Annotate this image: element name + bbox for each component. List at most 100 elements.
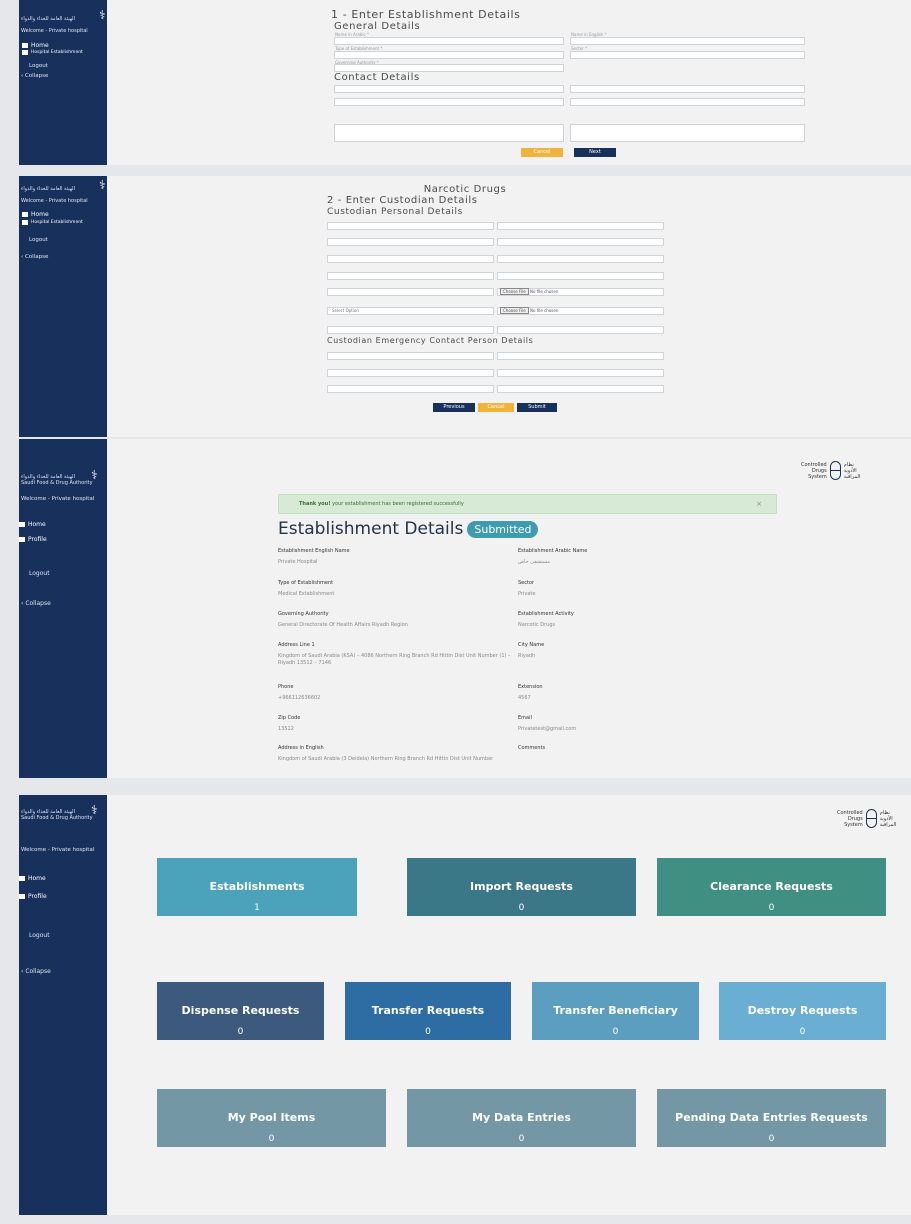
license-expiry-input[interactable] xyxy=(497,326,664,334)
dashboard-card-my-data-entries[interactable]: My Data Entries 0 xyxy=(407,1089,636,1147)
collapse-button[interactable]: ‹ Collapse xyxy=(21,254,48,260)
dashboard-card-import-requests[interactable]: Import Requests 0 xyxy=(407,858,636,916)
general-details-heading: General Details xyxy=(334,21,421,32)
detail-label: Governing Authority xyxy=(278,611,329,617)
custodian-form-panel: الهيئة العامة للغذاء والدواء ⚕ Welcome -… xyxy=(19,176,911,437)
cancel-button[interactable]: Cancel xyxy=(521,148,563,157)
welcome-text: Welcome - Private hospital xyxy=(21,847,95,853)
address-input[interactable] xyxy=(334,124,564,142)
sidebar: الهيئة العامة للغذاء والدواء ⚕ Welcome -… xyxy=(19,176,107,437)
sector-select[interactable] xyxy=(570,51,805,59)
section-title: Narcotic Drugs xyxy=(423,184,507,195)
collapse-button[interactable]: ‹ Collapse xyxy=(21,600,51,607)
detail-label: City Name xyxy=(518,642,545,648)
card-title: My Pool Items xyxy=(227,1111,316,1124)
status-badge: Submitted xyxy=(467,520,539,538)
emergency-phone-input[interactable] xyxy=(327,385,494,393)
emergency-mobile-input[interactable] xyxy=(497,369,664,377)
choose-file-button[interactable]: Choose File xyxy=(500,307,529,314)
english-name-input[interactable] xyxy=(570,37,805,45)
emergency-third-name-input[interactable] xyxy=(327,369,494,377)
collapse-button[interactable]: ‹ Collapse xyxy=(21,968,51,975)
license-expiry-date-input[interactable] xyxy=(327,288,494,296)
phone-input[interactable] xyxy=(334,85,564,93)
detail-value: Riyadh xyxy=(518,653,536,659)
dashboard-card-transfer-beneficiary[interactable]: Transfer Beneficiary 0 xyxy=(532,982,699,1040)
logout-link[interactable]: Logout xyxy=(29,63,48,69)
detail-label: Establishment English Name xyxy=(278,548,350,554)
establishment-details-panel: الهيئة العامة للغذاء والدواء Saudi Food … xyxy=(19,439,911,778)
id-card-file-input[interactable]: Choose File No file chosen xyxy=(497,288,664,296)
previous-button[interactable]: Previous xyxy=(433,403,475,412)
step2-heading: 2 - Enter Custodian Details xyxy=(327,195,478,206)
dashboard-card-pending-data-entries-requests[interactable]: Pending Data Entries Requests 0 xyxy=(657,1089,886,1147)
sidebar-item-home[interactable]: Home xyxy=(19,521,46,528)
cancel-button[interactable]: Cancel xyxy=(478,403,514,412)
sidebar-item-establishment[interactable]: Hospital Establishment xyxy=(22,220,83,225)
detail-label: Phone xyxy=(278,684,294,690)
first-name-input[interactable] xyxy=(327,222,494,230)
phone-number-input[interactable] xyxy=(327,255,494,263)
detail-value: Medical Establishment xyxy=(278,591,335,597)
id-expiry-date-input[interactable] xyxy=(497,272,664,280)
card-title: Establishments xyxy=(209,880,305,893)
welcome-text: Welcome - Private hospital xyxy=(21,198,88,204)
second-name-input[interactable] xyxy=(497,222,664,230)
sidebar: الهيئة العامة للغذاء والدواء ⚕ Welcome -… xyxy=(19,0,107,165)
sidebar-item-profile[interactable]: Profile xyxy=(19,893,47,900)
detail-value: Kingdom of Saudi Arabia (KSA) – 4086 Nor… xyxy=(278,653,511,666)
emergency-first-name-input[interactable] xyxy=(327,352,494,360)
gender-select[interactable] xyxy=(497,238,664,246)
next-button[interactable]: Next xyxy=(574,148,616,157)
dashboard-card-clearance-requests[interactable]: Clearance Requests 0 xyxy=(657,858,886,916)
certificate-file-input[interactable]: Choose File No file chosen xyxy=(497,307,664,315)
sidebar-item-home[interactable]: Home xyxy=(22,42,49,49)
arabic-name-input[interactable] xyxy=(334,37,564,45)
extension-input[interactable] xyxy=(334,98,564,106)
dashboard-card-destroy-requests[interactable]: Destroy Requests 0 xyxy=(719,982,886,1040)
card-title: Transfer Beneficiary xyxy=(553,1004,678,1017)
sidebar-item-profile[interactable]: Profile xyxy=(19,536,47,543)
sidebar-item-home[interactable]: Home xyxy=(22,211,49,218)
detail-label: Comments xyxy=(518,745,546,751)
emergency-second-name-input[interactable] xyxy=(497,352,664,360)
third-name-input[interactable] xyxy=(327,238,494,246)
logout-link[interactable]: Logout xyxy=(29,570,50,577)
card-title: Transfer Requests xyxy=(371,1004,485,1017)
establishment-type-select[interactable] xyxy=(334,51,564,59)
email-input[interactable] xyxy=(570,98,805,106)
governing-authority-select[interactable] xyxy=(334,64,564,72)
city-select[interactable] xyxy=(570,85,805,93)
sidebar-item-home[interactable]: Home xyxy=(19,875,46,882)
logout-link[interactable]: Logout xyxy=(29,237,48,243)
profile-icon xyxy=(19,894,25,899)
logout-link[interactable]: Logout xyxy=(29,932,50,939)
collapse-button[interactable]: ‹ Collapse xyxy=(21,73,48,79)
dashboard-card-transfer-requests[interactable]: Transfer Requests 0 xyxy=(345,982,511,1040)
card-count: 0 xyxy=(768,1134,775,1144)
dashboard-card-my-pool-items[interactable]: My Pool Items 0 xyxy=(157,1089,386,1147)
detail-value: Narcotic Drugs xyxy=(518,622,556,628)
detail-label: Address in English xyxy=(278,745,324,751)
id-number-input[interactable] xyxy=(327,272,494,280)
education-select[interactable]: Select Option xyxy=(327,307,494,315)
detail-value: 13512 xyxy=(278,726,294,732)
sfda-logo-icon: ⚕ xyxy=(91,803,98,817)
dashboard-card-establishments[interactable]: Establishments 1 xyxy=(157,858,357,916)
emergency-relation-input[interactable] xyxy=(497,385,664,393)
email-input[interactable] xyxy=(497,255,664,263)
capsule-icon xyxy=(829,461,841,480)
card-count: 0 xyxy=(268,1134,275,1144)
license-number-input[interactable] xyxy=(327,326,494,334)
detail-label: Zip Code xyxy=(278,715,301,721)
detail-value: Private Hospital xyxy=(278,559,318,565)
submit-button[interactable]: Submit xyxy=(517,403,557,412)
dashboard-card-dispense-requests[interactable]: Dispense Requests 0 xyxy=(157,982,324,1040)
comments-input[interactable] xyxy=(570,124,805,142)
choose-file-button[interactable]: Choose File xyxy=(500,288,529,295)
close-icon[interactable]: × xyxy=(756,495,762,513)
detail-label: Establishment Arabic Name xyxy=(518,548,588,554)
establishment-form-panel: الهيئة العامة للغذاء والدواء ⚕ Welcome -… xyxy=(19,0,911,165)
detail-label: Address Line 1 xyxy=(278,642,315,648)
sidebar-item-establishment[interactable]: Hospital Establishment xyxy=(22,50,83,55)
